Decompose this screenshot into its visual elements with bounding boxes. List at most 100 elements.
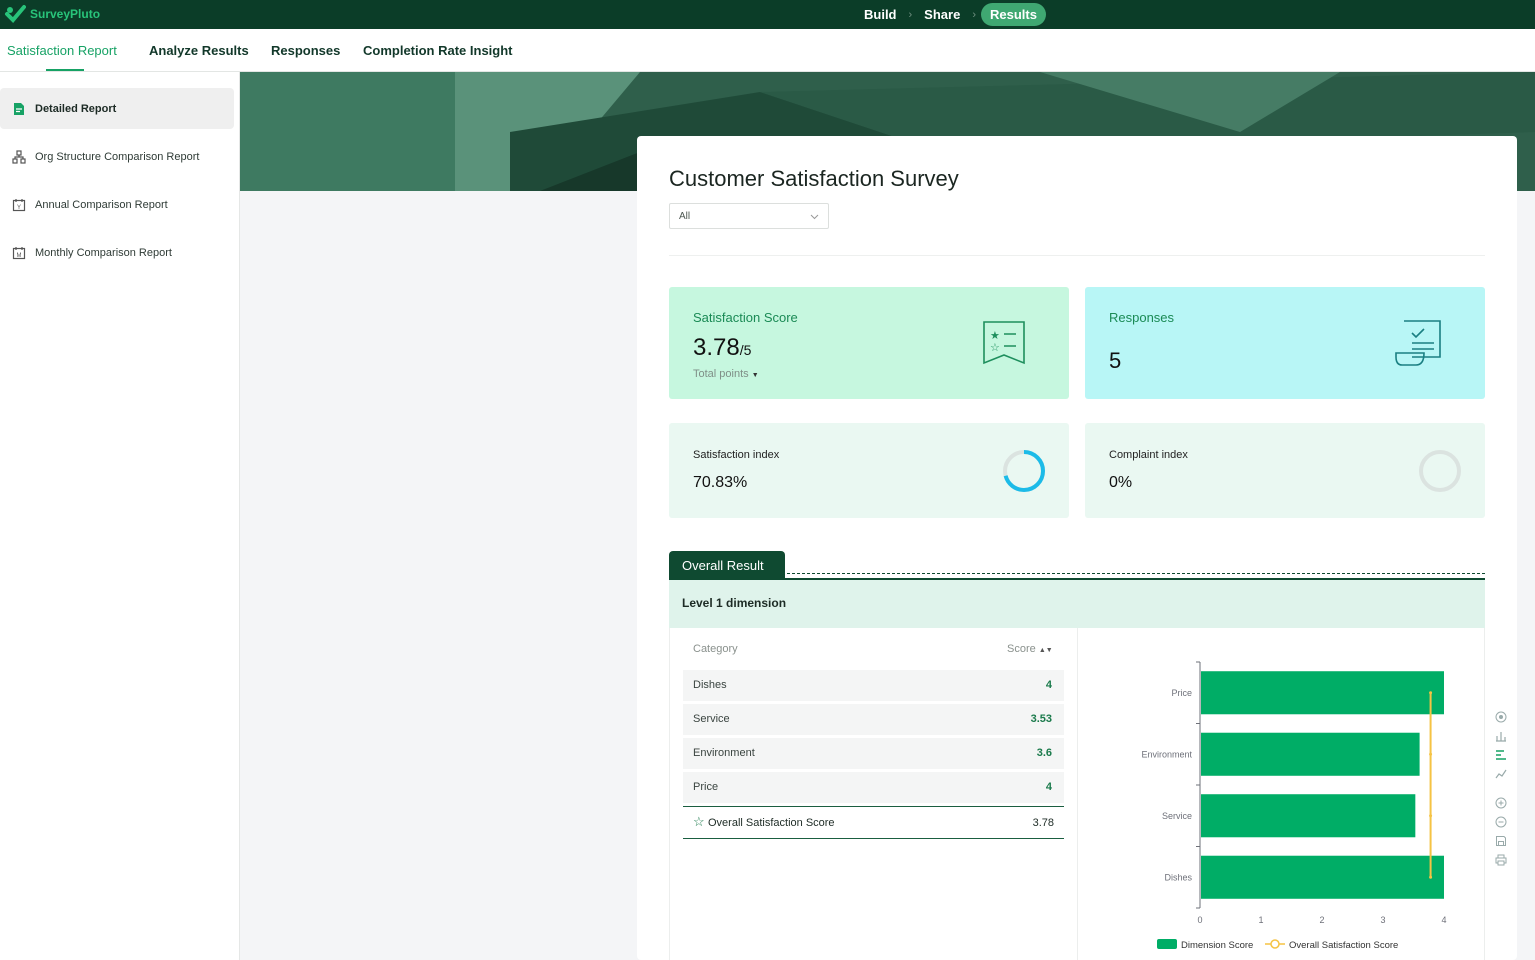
zoom-out-icon[interactable]	[1495, 816, 1507, 828]
top-bar: SurveyPluto Build › Share › Results	[0, 0, 1535, 29]
row-category: Environment	[693, 747, 755, 759]
overall-result-tab[interactable]: Overall Result	[669, 551, 785, 579]
legend-swatch-overall-marker	[1270, 939, 1280, 949]
sidebar-item-annual-comparison[interactable]: Y Annual Comparison Report	[0, 184, 234, 225]
bar-dishes	[1201, 855, 1444, 899]
active-tab-indicator	[46, 69, 84, 71]
legend-swatch-dimension-score	[1157, 939, 1177, 949]
zoom-in-icon[interactable]	[1495, 797, 1507, 809]
bar-service	[1201, 794, 1416, 838]
x-tick-label: 3	[1380, 915, 1385, 925]
sidebar-item-org-structure[interactable]: Org Structure Comparison Report	[0, 136, 234, 177]
x-tick-label: 0	[1197, 915, 1202, 925]
report-icon	[14, 102, 24, 115]
chevron-right-icon: ›	[972, 8, 976, 21]
column-category: Category	[693, 643, 738, 655]
caret-down-icon: ▼	[751, 372, 759, 379]
app-logo[interactable]: SurveyPluto	[4, 3, 100, 25]
dimension-bar-chart: 0 1 2 3 4 Dishes Service Environment Price Dimens…	[1141, 661, 1447, 951]
category-label: Environment	[1141, 749, 1192, 759]
filter-value: All	[679, 211, 691, 222]
satisfaction-score-card: Satisfaction Score 3.78/5 Total points ▼…	[669, 287, 1069, 399]
calendar-year-icon: Y	[12, 198, 26, 211]
bar-environment	[1201, 732, 1420, 776]
app-name: SurveyPluto	[30, 7, 101, 21]
table-row: Environment 3.6	[683, 738, 1064, 769]
satisfaction-score-suffix: /5	[739, 342, 752, 358]
chevron-down-icon	[810, 214, 819, 220]
survey-title: Customer Satisfaction Survey	[669, 166, 959, 191]
svg-text:☆: ☆	[990, 342, 1000, 354]
star-outline-icon: ☆	[693, 814, 705, 829]
satisfaction-index-ring	[1003, 450, 1045, 492]
step-share[interactable]: Share	[917, 7, 967, 22]
chart-toolbox	[1490, 705, 1512, 873]
row-category: Price	[693, 781, 719, 793]
dimension-chart-area: 0 1 2 3 4 Dishes Service Environment Price Dimens…	[1078, 628, 1485, 960]
bar-chart-icon[interactable]	[1495, 730, 1507, 742]
sidebar-item-label: Org Structure Comparison Report	[35, 150, 200, 163]
line-chart-icon[interactable]	[1495, 768, 1507, 780]
overall-score-label: Overall Satisfaction Score	[708, 817, 835, 829]
responses-value: 5	[1109, 348, 1122, 373]
legend-label: Overall Satisfaction Score	[1289, 940, 1398, 951]
tab-analyze-results[interactable]: Analyze Results	[149, 43, 249, 58]
svg-text:Y: Y	[17, 205, 21, 211]
sidebar-item-label: Monthly Comparison Report	[35, 246, 172, 259]
report-card: Customer Satisfaction Survey All Satisfa…	[637, 136, 1517, 960]
chevron-right-icon: ›	[908, 8, 913, 21]
restore-icon[interactable]	[1495, 711, 1507, 723]
row-score: 3.6	[1036, 747, 1052, 759]
table-row: Dishes 4	[683, 670, 1064, 701]
satisfaction-index-label: Satisfaction index	[693, 449, 780, 461]
complaint-index-value: 0%	[1109, 474, 1133, 491]
step-results[interactable]: Results	[980, 3, 1046, 26]
bar-price	[1201, 671, 1444, 715]
overall-score-point	[1429, 752, 1433, 756]
sidebar-item-label: Detailed Report	[35, 102, 117, 115]
report-tabs: Satisfaction Report Analyze Results Resp…	[0, 29, 1535, 72]
level-1-dimension-header: Level 1 dimension	[669, 580, 1485, 628]
tab-responses[interactable]: Responses	[271, 43, 340, 58]
filter-select[interactable]: All	[669, 203, 829, 229]
satisfaction-score-value-group: 3.78/5	[693, 334, 751, 362]
overall-score-point	[1429, 814, 1433, 818]
responses-card: Responses 5	[1085, 287, 1485, 399]
category-label: Service	[1162, 811, 1192, 821]
print-icon[interactable]	[1495, 854, 1507, 866]
column-score-sortable[interactable]: Score ▲▼	[1007, 643, 1053, 655]
tab-satisfaction-report[interactable]: Satisfaction Report	[7, 43, 117, 58]
horizontal-bar-icon[interactable]	[1495, 749, 1507, 761]
org-chart-icon	[12, 149, 26, 164]
responses-label: Responses	[1109, 310, 1175, 325]
sort-icon: ▲▼	[1038, 647, 1053, 654]
complaint-index-ring	[1419, 450, 1461, 492]
sidebar-item-monthly-comparison[interactable]: M Monthly Comparison Report	[0, 232, 234, 273]
svg-text:★: ★	[990, 330, 1000, 342]
x-tick-label: 1	[1258, 915, 1263, 925]
logo-icon	[5, 5, 26, 23]
svg-text:M: M	[17, 253, 22, 259]
x-tick-label: 2	[1319, 915, 1324, 925]
column-score-label: Score	[1007, 643, 1036, 655]
save-icon[interactable]	[1495, 835, 1507, 847]
table-row: Service 3.53	[683, 704, 1064, 735]
total-points-dropdown[interactable]: Total points ▼	[693, 368, 759, 380]
tab-completion-rate-insight[interactable]: Completion Rate Insight	[363, 43, 513, 58]
satisfaction-index-card: Satisfaction index 70.83%	[669, 423, 1069, 518]
dimension-table: Category Score ▲▼ Dishes 4 Service 3.53 …	[669, 628, 1078, 960]
x-tick-label: 4	[1441, 915, 1446, 925]
sidebar-item-detailed-report[interactable]: Detailed Report	[0, 88, 234, 129]
complaint-index-label: Complaint index	[1109, 449, 1188, 461]
overall-score-point	[1429, 875, 1433, 879]
table-row: Price 4	[683, 772, 1064, 803]
category-label: Price	[1171, 688, 1192, 698]
complaint-index-card: Complaint index 0%	[1085, 423, 1485, 518]
step-build[interactable]: Build	[857, 7, 904, 22]
row-score: 4	[1045, 679, 1052, 691]
overall-score-row: ☆ Overall Satisfaction Score 3.78	[683, 806, 1064, 839]
satisfaction-score-value: 3.78	[693, 334, 740, 361]
satisfaction-index-value: 70.83%	[693, 474, 748, 491]
workflow-steps: Build › Share › Results	[857, 0, 1046, 29]
row-category: Dishes	[693, 679, 727, 691]
